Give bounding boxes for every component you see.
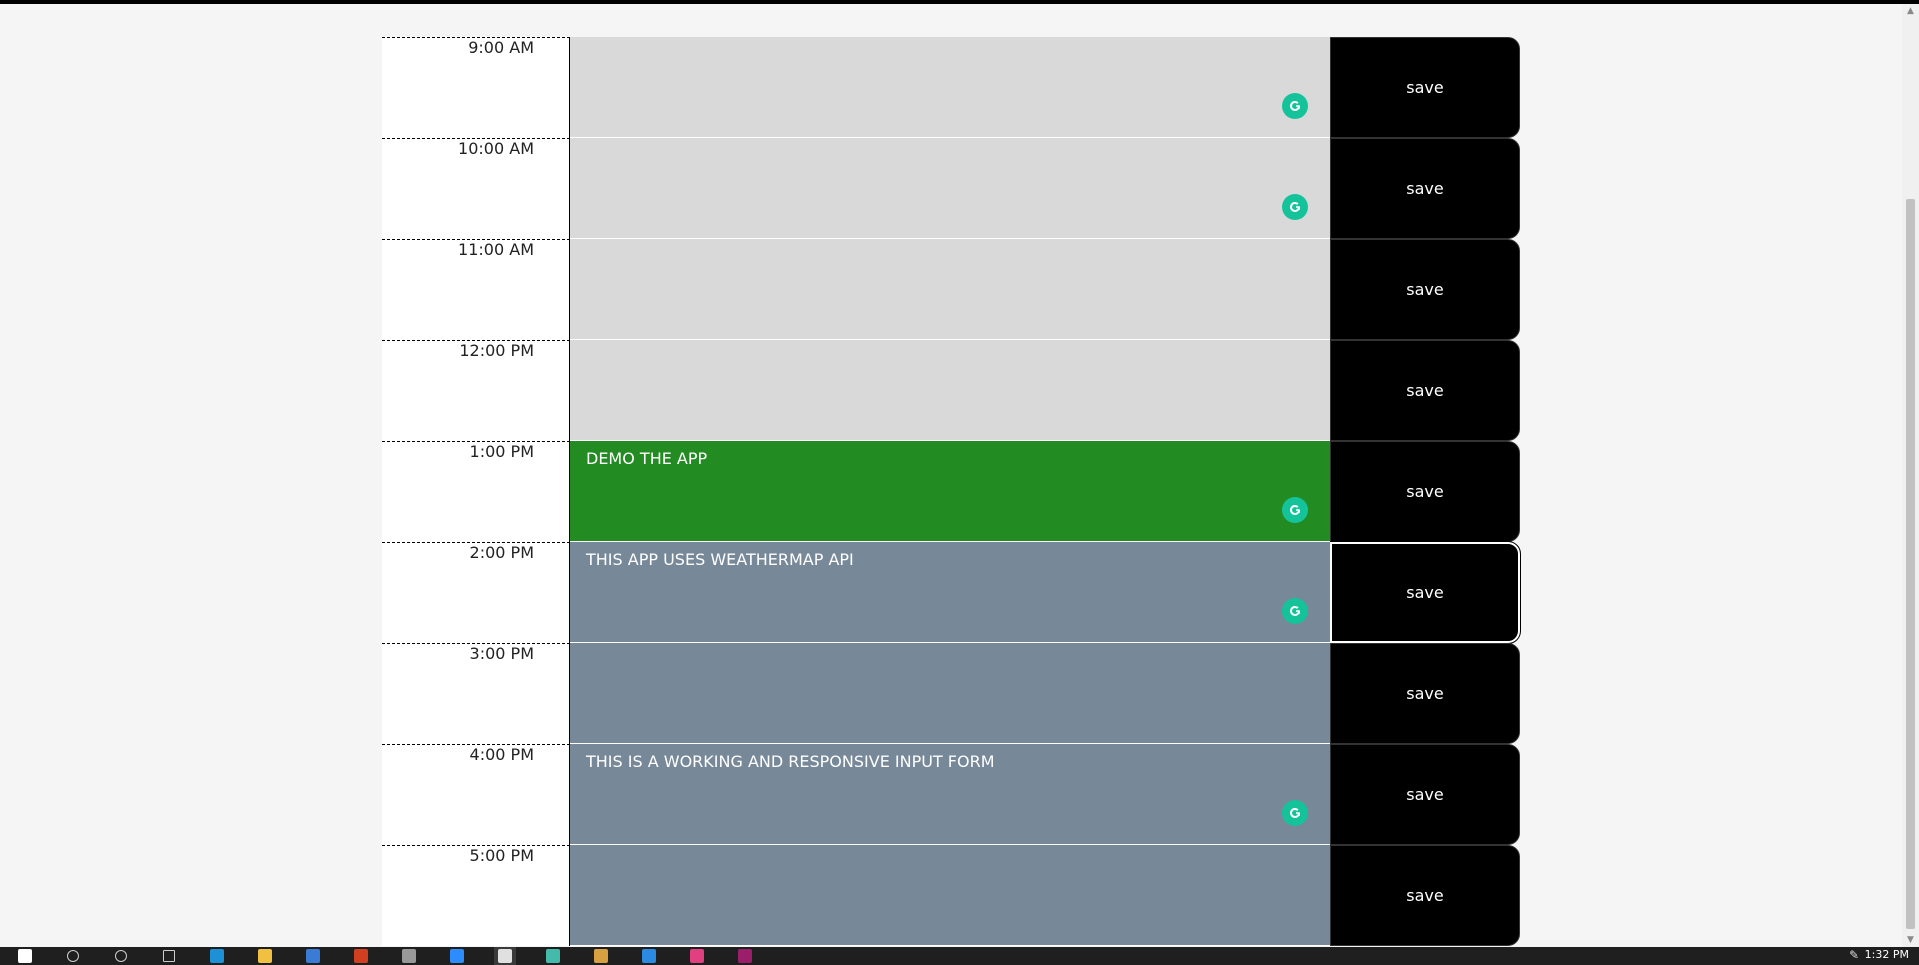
scroll-up-arrow-icon[interactable]: ▲ [1902,4,1919,18]
event-description-textarea[interactable] [570,138,1330,239]
edge-icon[interactable] [206,947,228,965]
time-block-row: 10:00 AM save [382,138,1522,239]
save-button[interactable]: save [1330,239,1520,340]
hour-label: 10:00 AM [382,138,570,239]
event-description-textarea[interactable] [570,845,1330,946]
event-description-textarea[interactable] [570,239,1330,340]
vertical-scrollbar[interactable]: ▲ ▼ [1902,4,1919,947]
mail-icon[interactable] [302,947,324,965]
hour-label: 4:00 PM [382,744,570,845]
hour-label: 1:00 PM [382,441,570,542]
windows-start-icon[interactable] [14,947,36,965]
adobe-xd-icon[interactable] [734,947,756,965]
file-explorer-icon[interactable] [254,947,276,965]
time-block-row: 9:00 AM save [382,37,1522,138]
hour-label: 3:00 PM [382,643,570,744]
pen-icon[interactable]: ✎ [1849,948,1859,962]
grammarly-icon[interactable] [1282,497,1308,523]
windows-taskbar: ✎ 1:32 PM [0,947,1919,965]
store-icon[interactable] [398,947,420,965]
day-planner: 9:00 AM save 10:00 AM save 11:00 AM save 12:00… [382,37,1522,946]
zoom-icon[interactable] [446,947,468,965]
event-text: THIS APP USES WEATHERMAP API [586,550,854,569]
event-description-textarea[interactable] [570,643,1330,744]
scroll-thumb[interactable] [1906,199,1915,929]
save-button[interactable]: save [1330,340,1520,441]
grammarly-icon[interactable] [1282,194,1308,220]
time-block-row: 4:00 PM THIS IS A WORKING AND RESPONSIVE … [382,744,1522,845]
hour-label: 12:00 PM [382,340,570,441]
event-description-textarea[interactable] [570,340,1330,441]
time-block-row: 2:00 PM THIS APP USES WEATHERMAP API save [382,541,1522,644]
network-app-icon[interactable] [542,947,564,965]
hour-label: 11:00 AM [382,239,570,340]
scroll-down-arrow-icon[interactable]: ▼ [1902,933,1919,947]
grammarly-icon[interactable] [1282,800,1308,826]
vscode-icon[interactable] [638,947,660,965]
browser-top-bar [0,0,1919,4]
event-text: DEMO THE APP [586,449,708,468]
save-button[interactable]: save [1330,845,1520,946]
hour-label: 2:00 PM [382,542,570,643]
paint-icon[interactable] [590,947,612,965]
event-description-textarea[interactable]: THIS IS A WORKING AND RESPONSIVE INPUT F… [570,744,1330,845]
time-block-row: 5:00 PM save [382,845,1522,946]
instagram-icon[interactable] [686,947,708,965]
hour-label: 5:00 PM [382,845,570,946]
office-icon[interactable] [350,947,372,965]
cortana-icon[interactable] [110,947,132,965]
time-block-row: 11:00 AM save [382,239,1522,340]
save-button[interactable]: save [1330,138,1520,239]
grammarly-icon[interactable] [1282,598,1308,624]
event-description-textarea[interactable] [570,37,1330,138]
event-description-textarea[interactable]: DEMO THE APP [570,441,1330,542]
save-button[interactable]: save [1330,744,1520,845]
time-block-row: 3:00 PM save [382,643,1522,744]
save-button[interactable]: save [1330,643,1520,744]
chrome-icon[interactable] [494,947,516,965]
grammarly-icon[interactable] [1282,93,1308,119]
time-block-row: 1:00 PM DEMO THE APP save [382,441,1522,542]
task-view-icon[interactable] [158,947,180,965]
event-description-textarea[interactable]: THIS APP USES WEATHERMAP API [570,542,1330,643]
save-button[interactable]: save [1330,37,1520,138]
time-block-row: 12:00 PM save [382,340,1522,441]
event-text: THIS IS A WORKING AND RESPONSIVE INPUT F… [586,752,995,771]
search-icon[interactable] [62,947,84,965]
save-button[interactable]: save [1329,541,1521,644]
hour-label: 9:00 AM [382,37,570,138]
save-button[interactable]: save [1330,441,1520,542]
taskbar-clock[interactable]: 1:32 PM [1865,947,1909,963]
